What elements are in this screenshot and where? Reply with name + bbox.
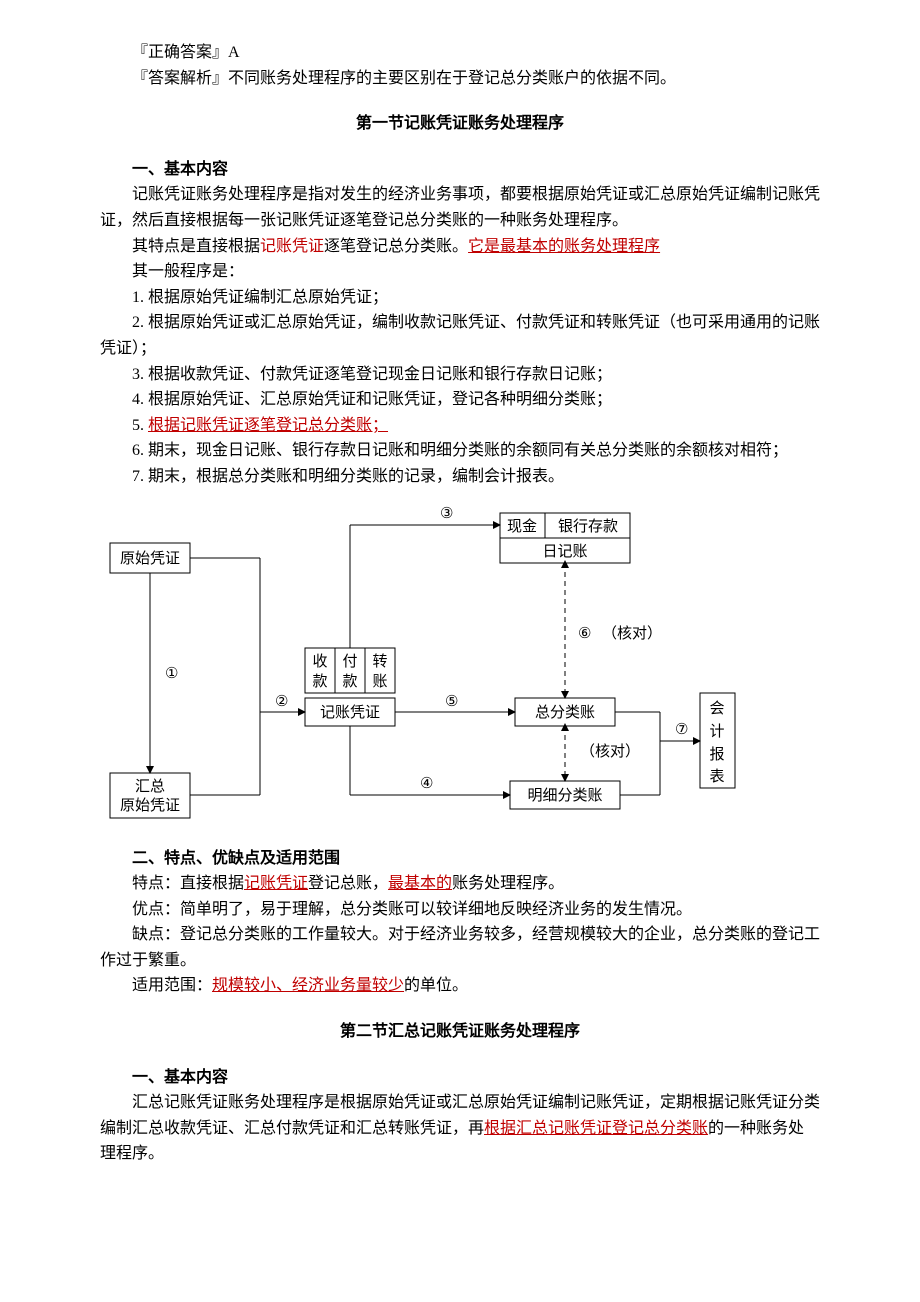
section2-basic-heading: 一、基本内容 xyxy=(100,1065,820,1091)
s1-p3: 其一般程序是： xyxy=(100,259,820,285)
box-yh: 银行存款 xyxy=(558,518,618,535)
answer-correct: 『正确答案』A xyxy=(100,40,820,66)
s1-adv: 优点：简单明了，易于理解，总分类账可以较详细地反映经济业务的发生情况。 xyxy=(100,897,820,923)
s1-p1: 记账凭证账务处理程序是指对发生的经济业务事项，都要根据原始凭证或汇总原始凭证编制… xyxy=(100,182,820,233)
s2-p1: 汇总记账凭证账务处理程序是根据原始凭证或汇总原始凭证编制记账凭证，定期根据记账凭… xyxy=(100,1090,820,1167)
scope-pre: 适用范围： xyxy=(132,977,212,994)
s1-li1: 1. 根据原始凭证编制汇总原始凭证； xyxy=(100,285,820,311)
answer-explain: 『答案解析』不同账务处理程序的主要区别在于登记总分类账户的依据不同。 xyxy=(100,66,820,92)
box-bb1: 会 xyxy=(709,700,724,717)
section1-basic-heading: 一、基本内容 xyxy=(100,157,820,183)
s1-p2-red2: 它是最基本的账务处理程序 xyxy=(468,238,660,255)
s2-p1-red: 根据汇总记账凭证登记总分类账 xyxy=(484,1120,708,1137)
s1-feat: 特点：直接根据记账凭证登记总账，最基本的账务处理程序。 xyxy=(100,871,820,897)
feat-mid: 登记总账， xyxy=(308,875,388,892)
s1-li5-red: 根据记账凭证逐笔登记总分类账； xyxy=(148,417,388,434)
s1-dis: 缺点：登记总分类账的工作量较大。对于经济业务较多，经营规模较大的企业，总分类账的… xyxy=(100,922,820,973)
box-huizong1: 汇总 xyxy=(135,778,165,795)
num7: ⑦ xyxy=(675,722,688,738)
hd1: （核对） xyxy=(602,625,662,642)
num4: ④ xyxy=(420,776,433,792)
s1-p2-pre: 其特点是直接根据 xyxy=(132,238,260,255)
hd2: （核对） xyxy=(580,743,640,760)
num1: ① xyxy=(165,666,178,682)
s1-p2-mid: 逐笔登记总分类账。 xyxy=(324,238,468,255)
box-huizong2: 原始凭证 xyxy=(120,797,180,814)
num2: ② xyxy=(275,694,288,710)
section1-feat-heading: 二、特点、优缺点及适用范围 xyxy=(100,846,820,872)
box-mxfl: 明细分类账 xyxy=(527,787,602,804)
box-fk2: 款 xyxy=(342,673,357,690)
box-rjz: 日记账 xyxy=(542,543,587,560)
box-xj: 现金 xyxy=(507,518,537,535)
box-yuanshi: 原始凭证 xyxy=(120,550,180,567)
s1-scope: 适用范围：规模较小、经济业务量较少的单位。 xyxy=(100,973,820,999)
box-bb4: 表 xyxy=(709,768,724,785)
box-sk2: 款 xyxy=(312,673,327,690)
s1-li6: 6. 期末，现金日记账、银行存款日记账和明细分类账的余额同有关总分类账的余额核对… xyxy=(100,438,820,464)
s1-li2: 2. 根据原始凭证或汇总原始凭证，编制收款记账凭证、付款凭证和转账凭证（也可采用… xyxy=(100,310,820,361)
box-bb3: 报 xyxy=(709,746,724,763)
feat-red2: 最基本的 xyxy=(388,875,452,892)
num3: ③ xyxy=(440,506,453,522)
s1-li5: 5. 根据记账凭证逐笔登记总分类账； xyxy=(100,413,820,439)
num6: ⑥ xyxy=(578,626,591,642)
s1-li4: 4. 根据原始凭证、汇总原始凭证和记账凭证，登记各种明细分类账； xyxy=(100,387,820,413)
explain-text: 不同账务处理程序的主要区别在于登记总分类账户的依据不同。 xyxy=(228,70,676,87)
section2-title: 第二节汇总记账凭证账务处理程序 xyxy=(100,1019,820,1045)
s1-li3: 3. 根据收款凭证、付款凭证逐笔登记现金日记账和银行存款日记账； xyxy=(100,362,820,388)
s1-li5-pre: 5. xyxy=(132,417,148,434)
feat-end: 账务处理程序。 xyxy=(452,875,564,892)
box-bb2: 计 xyxy=(709,723,724,740)
section1-title: 第一节记账凭证账务处理程序 xyxy=(100,111,820,137)
feat-pre: 特点：直接根据 xyxy=(132,875,244,892)
s1-p2-red1: 记账凭证 xyxy=(260,238,324,255)
explain-prefix: 『答案解析』 xyxy=(132,70,228,87)
box-zz2: 账 xyxy=(372,673,387,690)
box-sk: 收 xyxy=(312,653,327,670)
box-zfl: 总分类账 xyxy=(535,704,595,721)
box-zz: 转 xyxy=(372,653,387,670)
flow-diagram: 原始凭证 汇总 原始凭证 收 付 转 款 款 账 记账凭证 现金 银行存款 日记… xyxy=(100,498,750,828)
num5: ⑤ xyxy=(445,694,458,710)
feat-red1: 记账凭证 xyxy=(244,875,308,892)
s1-p2: 其特点是直接根据记账凭证逐笔登记总分类账。它是最基本的账务处理程序 xyxy=(100,234,820,260)
s1-li7: 7. 期末，根据总分类账和明细分类账的记录，编制会计报表。 xyxy=(100,464,820,490)
box-jzpz: 记账凭证 xyxy=(320,704,380,721)
scope-red: 规模较小、经济业务量较少 xyxy=(212,977,404,994)
box-fk: 付 xyxy=(342,653,357,670)
scope-end: 的单位。 xyxy=(404,977,468,994)
